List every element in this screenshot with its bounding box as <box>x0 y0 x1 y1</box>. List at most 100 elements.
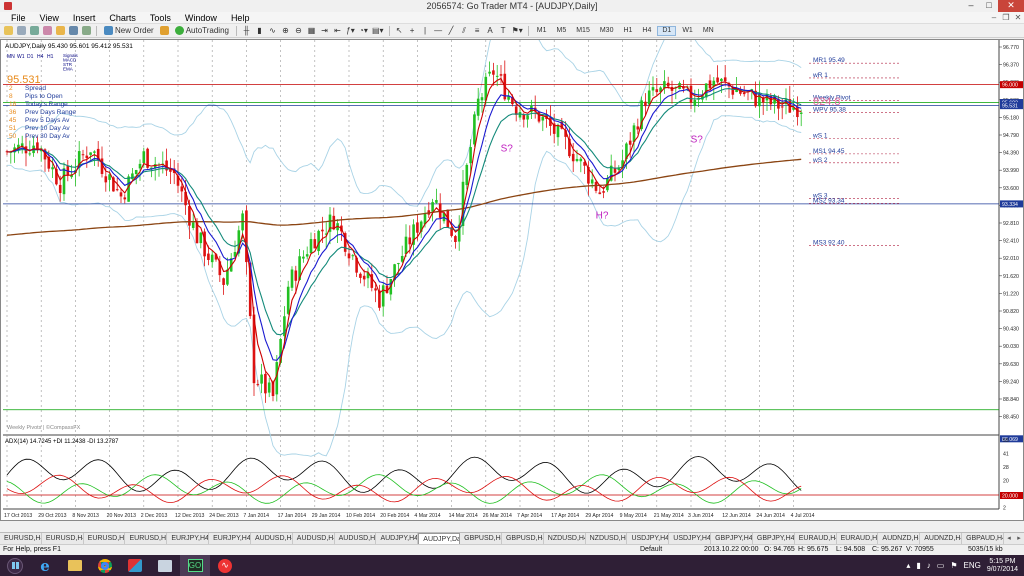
maximize-button[interactable]: □ <box>980 0 998 12</box>
menu-help[interactable]: Help <box>224 12 257 24</box>
menu-file[interactable]: File <box>4 12 33 24</box>
bar-chart-button[interactable]: ╫ <box>241 25 252 36</box>
flag-icon[interactable]: ⚑ <box>950 561 957 570</box>
crosshair-tool[interactable]: + <box>407 25 418 36</box>
chart-tab-10[interactable]: AUDJPY,Daily <box>418 533 461 544</box>
candle-body <box>598 192 602 195</box>
cursor-tool[interactable]: ↖ <box>394 25 405 36</box>
menu-insert[interactable]: Insert <box>66 12 103 24</box>
tab-scroll-left-icon[interactable]: ◂ <box>1004 533 1014 544</box>
periods-button[interactable]: ◔▾ <box>358 25 369 36</box>
chart-tab-20[interactable]: EURAUD,H4 <box>837 533 879 544</box>
chart-shift-button[interactable]: ⇤ <box>332 25 343 36</box>
chart-tab-15[interactable]: USDJPY,H4 <box>627 533 670 544</box>
timeframe-h4[interactable]: H4 <box>638 26 655 36</box>
chart-tab-6[interactable]: AUDUSD,H4 <box>251 533 293 544</box>
templates-button[interactable]: ▤▾ <box>371 25 385 36</box>
chart-tab-9[interactable]: AUDJPY,H4 <box>376 533 419 544</box>
zoom-out-button[interactable]: ⊖ <box>293 25 304 36</box>
minimize-button[interactable]: – <box>962 0 980 12</box>
start-button[interactable] <box>0 555 30 576</box>
volume-icon[interactable]: ♪ <box>927 561 931 570</box>
clock[interactable]: 5:15 PM 9/07/2014 <box>987 558 1018 574</box>
menu-window[interactable]: Window <box>178 12 224 24</box>
taskbar-mt4[interactable]: GO <box>180 555 210 576</box>
battery-icon[interactable]: ▭ <box>937 561 945 570</box>
text-label-tool[interactable]: T <box>498 25 509 36</box>
auto-scroll-button[interactable]: ⇥ <box>319 25 330 36</box>
new-order-button[interactable]: New Order <box>101 25 157 36</box>
autotrading-button[interactable]: AutoTrading <box>172 25 232 36</box>
horizontal-line-tool[interactable]: — <box>433 25 444 36</box>
chart-tab-19[interactable]: EURAUD,H4 <box>795 533 837 544</box>
timeframe-m15[interactable]: M15 <box>572 26 594 36</box>
language-indicator[interactable]: ENG <box>964 561 981 570</box>
chart-tab-3[interactable]: EURUSD,H4 <box>125 533 168 544</box>
chart-tab-13[interactable]: NZDUSD,H4 <box>544 533 586 544</box>
tab-scroll-right-icon[interactable]: ▸ <box>1014 533 1024 544</box>
timeframe-d1[interactable]: D1 <box>657 25 677 36</box>
channel-tool[interactable]: ⫽ <box>459 25 470 36</box>
timeframe-w1[interactable]: W1 <box>678 26 697 36</box>
line-chart-button[interactable]: ∿ <box>267 25 278 36</box>
profiles-button[interactable] <box>16 25 27 36</box>
new-chart-button[interactable] <box>3 25 14 36</box>
menu-charts[interactable]: Charts <box>102 12 143 24</box>
taskbar-chrome[interactable] <box>90 555 120 576</box>
taskbar-ie[interactable]: e <box>30 555 60 576</box>
strategy-tester-button[interactable] <box>81 25 92 36</box>
chart-tab-2[interactable]: EURUSD,H4 <box>84 533 126 544</box>
price-chart-canvas[interactable]: MR2MR1 95.49wR 1Weekly PivotWPV 95.38wS … <box>1 40 1023 520</box>
taskbar-explorer[interactable] <box>60 555 90 576</box>
chart-tab-17[interactable]: GBPJPY,H4 <box>711 533 753 544</box>
close-button[interactable]: ✕ <box>998 0 1024 12</box>
arrows-icon: ⚑▾ <box>511 26 523 35</box>
chart-window[interactable]: MR2MR1 95.49wR 1Weekly PivotWPV 95.38wS … <box>0 39 1024 521</box>
navigator-button[interactable] <box>55 25 66 36</box>
candle-body <box>93 151 96 153</box>
fibonacci-tool[interactable]: ≡ <box>472 25 483 36</box>
chart-tab-14[interactable]: NZDUSD,H4 <box>586 533 628 544</box>
chart-tab-7[interactable]: AUDUSD,H4 <box>293 533 335 544</box>
chart-tab-11[interactable]: GBPUSD,H4 <box>460 533 502 544</box>
chart-tab-21[interactable]: AUDNZD,H4 <box>878 533 921 544</box>
chart-tab-1[interactable]: EURUSD,H4 <box>42 533 84 544</box>
taskbar-files[interactable] <box>150 555 180 576</box>
vertical-line-tool[interactable]: | <box>420 25 431 36</box>
tile-windows-button[interactable]: ▦ <box>306 25 317 36</box>
indicators-button[interactable]: ƒ▾ <box>345 25 356 36</box>
mdi-close-button[interactable]: ✕ <box>1012 13 1024 22</box>
timeframe-m5[interactable]: M5 <box>552 26 570 36</box>
arrows-tool[interactable]: ⚑▾ <box>511 25 524 36</box>
candle-body <box>207 253 210 260</box>
timeframe-mn[interactable]: MN <box>699 26 718 36</box>
chart-tab-23[interactable]: GBPAUD,H4 <box>962 533 1004 544</box>
network-icon[interactable]: ▮ <box>916 561 920 570</box>
mdi-minimize-button[interactable]: – <box>988 13 1000 22</box>
chart-tab-8[interactable]: AUDUSD,H4 <box>335 533 377 544</box>
taskbar-app[interactable] <box>120 555 150 576</box>
chart-tab-4[interactable]: EURJPY,H4 <box>167 533 210 544</box>
menu-tools[interactable]: Tools <box>143 12 178 24</box>
trendline-tool[interactable]: ╱ <box>446 25 457 36</box>
candlestick-button[interactable]: ▮ <box>254 25 265 36</box>
chart-tab-22[interactable]: AUDNZD,H4 <box>920 533 963 544</box>
metaeditor-button[interactable] <box>159 25 170 36</box>
text-tool[interactable]: A <box>485 25 496 36</box>
timeframe-m1[interactable]: M1 <box>533 26 551 36</box>
taskbar-chart-app[interactable]: ∿ <box>210 555 240 576</box>
chart-tab-5[interactable]: EURJPY,H4 <box>209 533 251 544</box>
chart-tab-0[interactable]: EURUSD,H4 <box>0 533 42 544</box>
menu-view[interactable]: View <box>33 12 66 24</box>
chart-tab-12[interactable]: GBPUSD,H4 <box>502 533 544 544</box>
market-watch-button[interactable] <box>29 25 40 36</box>
terminal-button[interactable] <box>68 25 79 36</box>
chart-tab-16[interactable]: USDJPY,H4 <box>669 533 712 544</box>
timeframe-h1[interactable]: H1 <box>619 26 636 36</box>
mdi-restore-button[interactable]: ❐ <box>1000 13 1012 22</box>
chart-tab-18[interactable]: GBPJPY,H4 <box>753 533 795 544</box>
zoom-in-button[interactable]: ⊕ <box>280 25 291 36</box>
tray-arrow-icon[interactable]: ▴ <box>906 561 910 570</box>
timeframe-m30[interactable]: M30 <box>596 26 618 36</box>
data-window-button[interactable] <box>42 25 53 36</box>
